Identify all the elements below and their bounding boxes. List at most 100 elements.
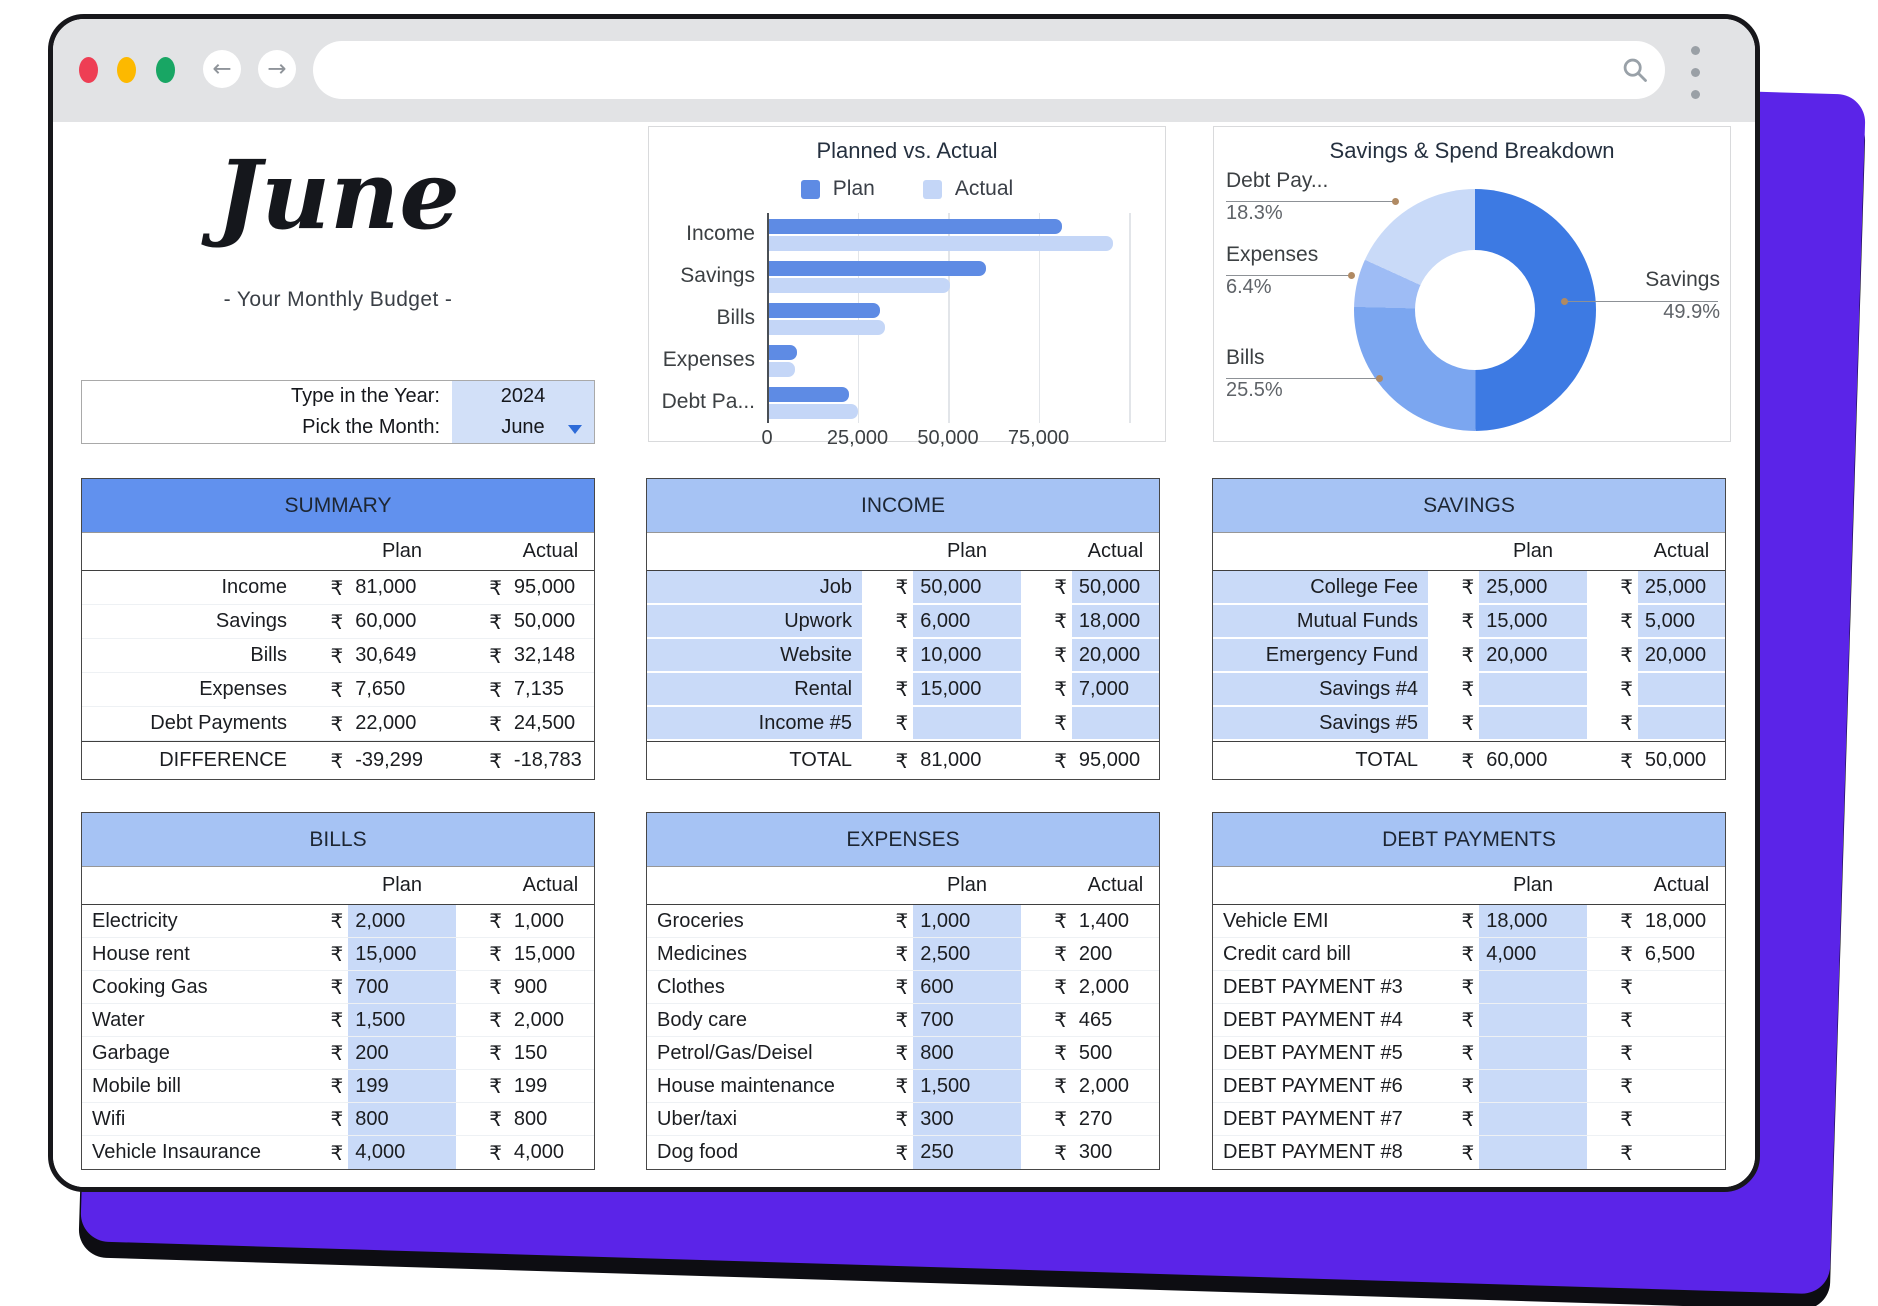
actual-value-cell[interactable]: 20,000 bbox=[1072, 639, 1159, 671]
year-input[interactable]: 2024 bbox=[452, 381, 594, 412]
menu-icon[interactable] bbox=[1691, 46, 1701, 112]
actual-value-cell[interactable]: 18,000 bbox=[1072, 605, 1159, 637]
actual-value-cell[interactable]: 32,148 bbox=[507, 639, 594, 672]
table-row: Petrol/Gas/Deisel₹800₹500 bbox=[647, 1037, 1159, 1070]
plan-value-cell[interactable]: 10,000 bbox=[913, 639, 1021, 671]
plan-value-cell[interactable]: 700 bbox=[348, 971, 456, 1003]
row-label: Groceries bbox=[647, 905, 862, 937]
currency-symbol: ₹ bbox=[297, 1103, 348, 1135]
actual-value-cell[interactable] bbox=[1638, 1037, 1725, 1069]
plan-value-cell[interactable] bbox=[1479, 1070, 1587, 1102]
actual-value-cell[interactable]: 270 bbox=[1072, 1103, 1159, 1135]
table-row: College Fee₹25,000₹25,000 bbox=[1213, 571, 1725, 605]
actual-value-cell[interactable] bbox=[1638, 1070, 1725, 1102]
address-bar[interactable] bbox=[313, 41, 1665, 99]
plan-value-cell[interactable]: 1,000 bbox=[913, 905, 1021, 937]
actual-value-cell[interactable]: 20,000 bbox=[1638, 639, 1725, 671]
actual-value-cell[interactable]: 5,000 bbox=[1638, 605, 1725, 637]
actual-value-cell[interactable]: 800 bbox=[507, 1103, 594, 1135]
currency-symbol: ₹ bbox=[1021, 673, 1072, 705]
actual-value-cell[interactable]: 465 bbox=[1072, 1004, 1159, 1036]
plan-value-cell[interactable]: 1,500 bbox=[348, 1004, 456, 1036]
actual-value-cell[interactable]: 2,000 bbox=[1072, 971, 1159, 1003]
actual-value-cell[interactable]: 500 bbox=[1072, 1037, 1159, 1069]
close-window-button[interactable] bbox=[79, 57, 98, 83]
plan-value-cell[interactable]: 15,000 bbox=[348, 938, 456, 970]
plan-value-cell[interactable]: 4,000 bbox=[1479, 938, 1587, 970]
actual-value-cell[interactable]: 300 bbox=[1072, 1136, 1159, 1169]
actual-value-cell[interactable]: 900 bbox=[507, 971, 594, 1003]
actual-value-cell[interactable]: 50,000 bbox=[1072, 571, 1159, 603]
back-button[interactable]: ← bbox=[203, 50, 241, 88]
plan-value-cell[interactable]: 1,500 bbox=[913, 1070, 1021, 1102]
row-label: College Fee bbox=[1213, 571, 1428, 603]
plan-value-cell[interactable]: 200 bbox=[348, 1037, 456, 1069]
actual-value-cell[interactable]: 50,000 bbox=[507, 605, 594, 638]
currency-symbol: ₹ bbox=[862, 673, 913, 705]
plan-value-cell[interactable]: 20,000 bbox=[1479, 639, 1587, 671]
currency-symbol: ₹ bbox=[297, 1070, 348, 1102]
actual-value-cell[interactable] bbox=[1638, 1136, 1725, 1169]
plan-value-cell[interactable]: 800 bbox=[913, 1037, 1021, 1069]
actual-value-cell[interactable] bbox=[1638, 673, 1725, 705]
plan-value-cell[interactable]: 2,500 bbox=[913, 938, 1021, 970]
plan-value-cell[interactable]: 22,000 bbox=[348, 707, 456, 740]
plan-value-cell[interactable] bbox=[1479, 1004, 1587, 1036]
currency-symbol: ₹ bbox=[456, 1037, 507, 1069]
actual-value-cell[interactable]: 4,000 bbox=[507, 1136, 594, 1169]
actual-value-cell[interactable] bbox=[1638, 1103, 1725, 1135]
actual-value-cell[interactable] bbox=[1072, 707, 1159, 739]
plan-value-cell[interactable]: 4,000 bbox=[348, 1136, 456, 1169]
plan-value-cell[interactable] bbox=[1479, 1037, 1587, 1069]
plan-value-cell[interactable]: 18,000 bbox=[1479, 905, 1587, 937]
actual-value-cell[interactable]: 7,135 bbox=[507, 673, 594, 706]
plan-value-cell[interactable] bbox=[1479, 1136, 1587, 1169]
minimize-window-button[interactable] bbox=[117, 57, 136, 83]
plan-value-cell[interactable]: 700 bbox=[913, 1004, 1021, 1036]
actual-value-cell[interactable]: 200 bbox=[1072, 938, 1159, 970]
actual-value-cell[interactable]: 7,000 bbox=[1072, 673, 1159, 705]
actual-value-cell[interactable]: 1,000 bbox=[507, 905, 594, 937]
actual-value-cell[interactable]: 2,000 bbox=[507, 1004, 594, 1036]
plan-value-cell[interactable]: 300 bbox=[913, 1103, 1021, 1135]
actual-value-cell[interactable] bbox=[1638, 707, 1725, 739]
actual-value-cell[interactable] bbox=[1638, 1004, 1725, 1036]
table-row: Cooking Gas₹700₹900 bbox=[82, 971, 594, 1004]
search-icon[interactable] bbox=[1621, 56, 1649, 84]
plan-value-cell[interactable] bbox=[1479, 673, 1587, 705]
actual-value-cell[interactable]: 199 bbox=[507, 1070, 594, 1102]
actual-value-cell[interactable]: 25,000 bbox=[1638, 571, 1725, 603]
plan-value-cell[interactable]: 25,000 bbox=[1479, 571, 1587, 603]
plan-value-cell[interactable] bbox=[913, 707, 1021, 739]
plan-value-cell[interactable]: 50,000 bbox=[913, 571, 1021, 603]
actual-value-cell[interactable] bbox=[1638, 971, 1725, 1003]
actual-value-cell[interactable]: 1,400 bbox=[1072, 905, 1159, 937]
plan-value-cell[interactable]: 15,000 bbox=[1479, 605, 1587, 637]
plan-value-cell[interactable]: 30,649 bbox=[348, 639, 456, 672]
actual-value-cell[interactable]: 95,000 bbox=[507, 571, 594, 604]
plan-value-cell[interactable]: 250 bbox=[913, 1136, 1021, 1169]
actual-value-cell[interactable]: 2,000 bbox=[1072, 1070, 1159, 1102]
actual-value-cell[interactable]: 18,000 bbox=[1638, 905, 1725, 937]
forward-button[interactable]: → bbox=[258, 50, 296, 88]
plan-value-cell[interactable]: 60,000 bbox=[348, 605, 456, 638]
maximize-window-button[interactable] bbox=[156, 57, 175, 83]
month-dropdown[interactable]: June bbox=[452, 412, 594, 443]
actual-value-cell[interactable]: 15,000 bbox=[507, 938, 594, 970]
currency-symbol: ₹ bbox=[1428, 1004, 1479, 1036]
plan-value-cell[interactable] bbox=[1479, 707, 1587, 739]
actual-value-cell[interactable]: 150 bbox=[507, 1037, 594, 1069]
plan-value-cell[interactable]: 7,650 bbox=[348, 673, 456, 706]
plan-value-cell[interactable] bbox=[1479, 971, 1587, 1003]
plan-value-cell[interactable]: 800 bbox=[348, 1103, 456, 1135]
plan-value-cell[interactable]: 15,000 bbox=[913, 673, 1021, 705]
plan-value-cell[interactable]: 600 bbox=[913, 971, 1021, 1003]
plan-value-cell[interactable]: 81,000 bbox=[348, 571, 456, 604]
plan-value-cell[interactable] bbox=[1479, 1103, 1587, 1135]
actual-value-cell[interactable]: 24,500 bbox=[507, 707, 594, 740]
plan-value-cell[interactable]: 2,000 bbox=[348, 905, 456, 937]
header-spacer bbox=[1587, 867, 1638, 904]
plan-value-cell[interactable]: 6,000 bbox=[913, 605, 1021, 637]
actual-value-cell[interactable]: 6,500 bbox=[1638, 938, 1725, 970]
plan-value-cell[interactable]: 199 bbox=[348, 1070, 456, 1102]
